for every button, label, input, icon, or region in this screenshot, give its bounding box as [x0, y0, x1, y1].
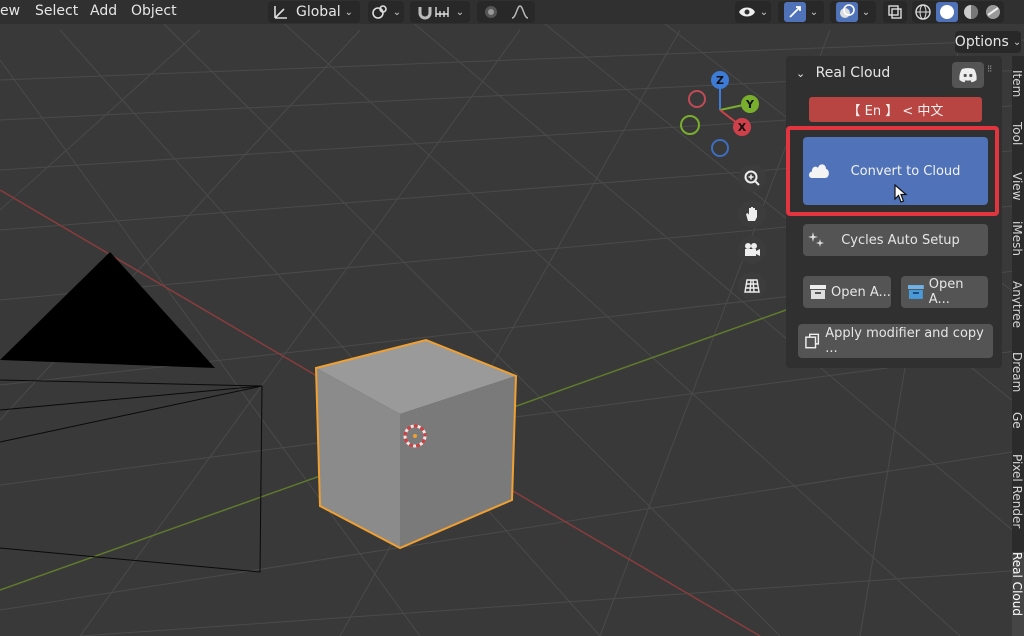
options-label: Options: [954, 34, 1009, 50]
hand-icon: [746, 207, 757, 221]
transform-orientation-label: Global: [296, 4, 341, 20]
discord-icon: [959, 68, 977, 83]
xray-icon: [888, 5, 902, 19]
tab-ge[interactable]: Ge: [1012, 412, 1024, 442]
zoom-button[interactable]: [738, 164, 766, 192]
overlays-icon: [835, 2, 858, 22]
orientation-icon: [274, 6, 287, 19]
transform-orientation-dropdown[interactable]: Global ⌄: [268, 1, 360, 23]
open-asset-button-1[interactable]: Open A...: [803, 276, 891, 308]
chevron-down-icon: ⌄: [1012, 36, 1022, 48]
collapse-chevron-icon: ⌄: [796, 67, 806, 80]
options-dropdown[interactable]: Options ⌄: [955, 31, 1021, 53]
eye-icon: [738, 7, 755, 17]
archive-blue-icon: [907, 285, 924, 299]
solid-shading-icon[interactable]: [936, 2, 958, 22]
open-asset-button-2[interactable]: Open A...: [901, 276, 988, 308]
viewport-header: ew Select Add Object Global ⌄ ⌄ ⌄ ⌄ ⌄ ⌄: [0, 0, 1024, 24]
copy-icon: [805, 333, 820, 349]
pivot-point-dropdown[interactable]: ⌄: [368, 1, 404, 23]
rendered-shading-icon[interactable]: [984, 3, 1002, 21]
drag-handle-icon[interactable]: ⁝⁝: [987, 64, 992, 75]
discord-button[interactable]: [952, 62, 984, 88]
zoom-icon: [744, 170, 760, 186]
open-asset-label-2: Open A...: [928, 277, 964, 307]
chevron-down-icon: ⌄: [861, 6, 871, 18]
menu-select[interactable]: Select: [35, 3, 78, 19]
cycles-auto-setup-button[interactable]: Cycles Auto Setup: [803, 224, 988, 256]
gizmo-z-label: Z: [716, 74, 724, 87]
panel-title: Real Cloud: [815, 65, 891, 81]
snap-increment-icon: [435, 7, 449, 17]
chevron-down-icon: ⌄: [392, 6, 402, 18]
menu-view[interactable]: ew: [0, 3, 20, 19]
panel-header[interactable]: ⌄ Real Cloud: [796, 65, 890, 81]
tab-anytree[interactable]: Anytree: [1012, 281, 1024, 339]
menu-object[interactable]: Object: [131, 3, 177, 19]
camera-view-button[interactable]: [738, 236, 766, 264]
camera-icon: [745, 243, 760, 256]
sparkle-icon: [808, 232, 824, 247]
material-shading-icon[interactable]: [962, 3, 980, 21]
xray-toggle[interactable]: [883, 1, 907, 23]
cycles-label: Cycles Auto Setup: [841, 232, 960, 248]
chevron-down-icon: ⌄: [455, 6, 465, 18]
gizmo-toggle-icon: [783, 2, 806, 22]
convert-label: Convert to Cloud: [850, 163, 961, 179]
mouse-cursor-icon: [894, 184, 908, 203]
apply-modifier-label: Apply modifier and copy ...: [825, 326, 984, 356]
chevron-down-icon: ⌄: [344, 6, 354, 18]
pivot-icon: [371, 5, 387, 19]
apply-modifier-button[interactable]: Apply modifier and copy ...: [798, 324, 993, 358]
ortho-toggle-button[interactable]: [738, 272, 766, 300]
proportional-editing-toggle[interactable]: [477, 1, 535, 23]
proportional-edit-icon: [484, 6, 497, 18]
falloff-curve-icon: [511, 5, 528, 19]
open-asset-label-1: Open A...: [831, 284, 891, 300]
grid-icon: [744, 279, 760, 293]
chevron-down-icon: ⌄: [759, 6, 769, 18]
tab-dream[interactable]: Dream: [1012, 352, 1024, 400]
tab-tool[interactable]: Tool: [1012, 122, 1024, 156]
chevron-down-icon: ⌄: [809, 6, 819, 18]
tab-imesh[interactable]: iMesh: [1012, 221, 1024, 269]
visibility-dropdown[interactable]: ⌄: [735, 1, 771, 23]
pan-button[interactable]: [738, 200, 766, 228]
snap-dropdown[interactable]: ⌄: [410, 1, 470, 23]
sidebar-tabs: Item Tool View iMesh Anytree Dream Ge Pi…: [1012, 56, 1024, 636]
overlays-toggle[interactable]: ⌄: [830, 1, 876, 23]
tab-item[interactable]: Item: [1012, 70, 1024, 106]
tab-view[interactable]: View: [1012, 172, 1024, 208]
tab-pixel-render[interactable]: Pixel Render: [1012, 454, 1024, 544]
cloud-icon: [809, 164, 829, 178]
shading-mode-group: [912, 1, 1004, 23]
gizmo-y-label: Y: [745, 98, 755, 111]
menu-add[interactable]: Add: [90, 3, 117, 19]
magnet-icon: [418, 7, 432, 20]
tab-real-cloud[interactable]: Real Cloud: [1012, 552, 1024, 636]
language-toggle-button[interactable]: 【 En 】 < 中文: [809, 97, 982, 122]
archive-icon: [810, 285, 826, 299]
gizmo-toggle[interactable]: ⌄: [778, 1, 824, 23]
gizmo-x-label: X: [738, 121, 747, 134]
wireframe-shading-icon[interactable]: [914, 3, 932, 21]
